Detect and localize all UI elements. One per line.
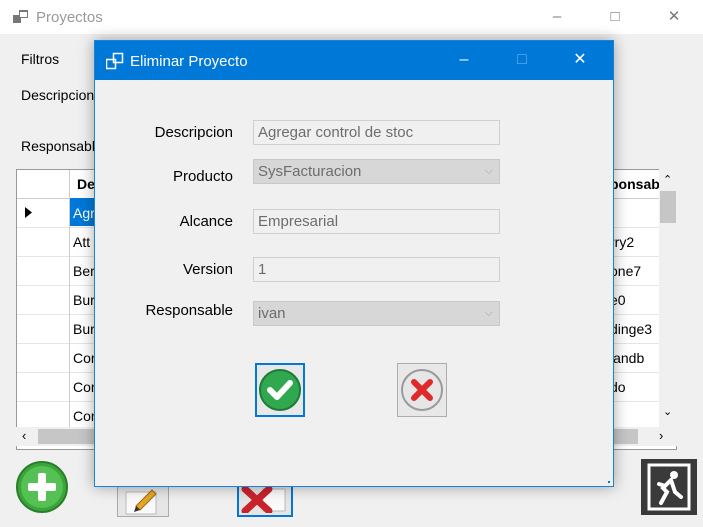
cell-description: Bur (73, 321, 95, 337)
responsable-label: Responsable (145, 302, 233, 319)
close-icon[interactable]: ✕ (662, 6, 686, 28)
filters-label: Filtros (21, 51, 60, 67)
producto-label: Producto (172, 168, 233, 185)
row-header (17, 401, 70, 430)
row-header (17, 256, 70, 285)
grid-vertical-scrollbar[interactable]: ⌃ ⌄ (659, 169, 677, 427)
delete-project-button[interactable] (237, 483, 293, 517)
resize-grip-icon[interactable] (601, 474, 611, 484)
responsable-select: ivan ⌵ (253, 301, 500, 326)
scroll-left-icon[interactable]: ‹ (22, 428, 26, 443)
current-row-arrow-icon (25, 207, 32, 218)
responsable-value: ivan (258, 305, 286, 322)
add-project-button[interactable] (14, 459, 69, 514)
row-header (17, 314, 70, 343)
check-circle-icon (259, 369, 301, 411)
minimize-icon[interactable]: – (545, 6, 569, 28)
dialog-title: Eliminar Proyecto (130, 53, 248, 70)
close-icon[interactable]: ✕ (565, 49, 595, 71)
descripcion-label: Descripcion (154, 124, 233, 141)
projects-titlebar: Proyectos – □ ✕ (0, 0, 703, 34)
exit-button[interactable] (641, 459, 697, 515)
scroll-down-icon[interactable]: ⌄ (663, 405, 672, 418)
delete-x-icon (241, 485, 286, 515)
row-header (17, 227, 70, 256)
producto-select: SysFacturacion ⌵ (253, 159, 500, 184)
cell-responsible: one7 (610, 263, 642, 279)
app-window-icon (13, 10, 28, 23)
version-label: Version (182, 261, 233, 278)
row-header (17, 372, 70, 401)
cell-description: Att (73, 234, 91, 250)
row-header (17, 343, 70, 372)
row-header (17, 285, 70, 314)
plus-circle-icon (16, 461, 68, 513)
cell-description: Cor (73, 408, 96, 424)
maximize-icon[interactable]: □ (603, 6, 627, 28)
cell-description: Cor (73, 350, 96, 366)
cell-responsible: dinge3 (610, 321, 653, 337)
description-filter-label: Descripcion (21, 87, 95, 103)
alcance-label: Alcance (179, 213, 233, 230)
confirm-delete-button[interactable] (255, 363, 305, 417)
version-field: 1 (253, 257, 500, 282)
cancel-button[interactable] (397, 363, 447, 417)
responsible-filter-label: Responsable (21, 138, 103, 154)
chevron-down-icon: ⌵ (484, 165, 493, 177)
chevron-down-icon: ⌵ (484, 307, 493, 319)
cell-description: Cor (73, 379, 96, 395)
edit-project-button[interactable] (117, 485, 169, 517)
maximize-icon: □ (517, 51, 527, 68)
descripcion-field: Agregar control de stoc (253, 120, 500, 145)
minimize-icon[interactable]: – (449, 49, 479, 71)
cell-description: Ber (73, 263, 95, 279)
grid-header-description[interactable]: De (77, 176, 95, 192)
x-circle-icon (401, 369, 443, 411)
dialog-titlebar[interactable]: Eliminar Proyecto – □ ✕ (95, 41, 613, 80)
app-window-icon (106, 52, 124, 70)
cell-description: Agr (73, 205, 95, 221)
scroll-right-icon[interactable]: › (659, 428, 663, 443)
grid-corner (17, 170, 70, 198)
alcance-field: Empresarial (253, 209, 500, 234)
scroll-thumb[interactable] (660, 191, 676, 223)
producto-value: SysFacturacion (258, 163, 362, 180)
cell-description: Bur (73, 292, 95, 308)
exit-running-man-icon (647, 463, 691, 511)
pencil-icon (125, 489, 157, 515)
row-header (17, 198, 70, 227)
scroll-up-icon[interactable]: ⌃ (663, 173, 672, 186)
cell-responsible: landb (610, 350, 645, 366)
projects-window-title: Proyectos (36, 9, 103, 26)
delete-project-dialog: Eliminar Proyecto – □ ✕ Descripcion Agre… (94, 40, 614, 487)
